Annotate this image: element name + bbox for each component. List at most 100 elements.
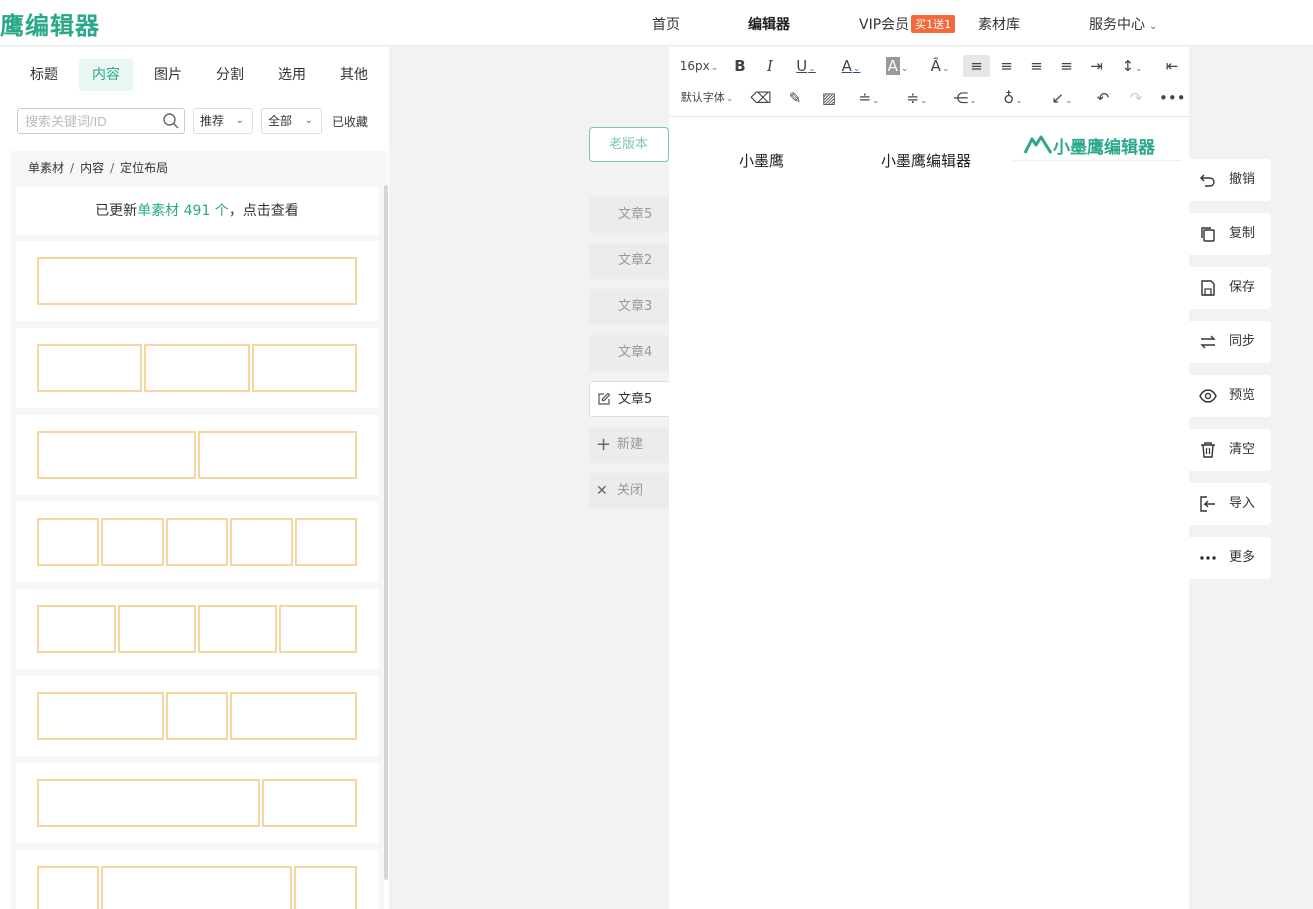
letter-spacing-icon[interactable]: Ȃ⌄	[923, 55, 957, 77]
breadcrumb-item-layout: 定位布局	[120, 161, 169, 175]
search-icon[interactable]	[162, 112, 180, 130]
nav-vip[interactable]: VIP会员 买1送1	[859, 14, 956, 34]
breadcrumb-item-content[interactable]: 内容	[80, 161, 104, 175]
chevron-down-icon: ⌄	[1149, 21, 1158, 32]
underline-icon[interactable]: U⌄	[789, 55, 823, 77]
layout-template[interactable]	[16, 415, 378, 495]
align-left-icon[interactable]: ≡	[963, 55, 990, 77]
breadcrumb-separator: /	[110, 161, 115, 175]
tab-image[interactable]: 图片	[141, 59, 195, 91]
font-family-select[interactable]: 默认字体⌄	[675, 87, 739, 109]
search-field	[17, 108, 185, 134]
arrow-down-left-icon[interactable]: ↙⌄	[1044, 87, 1080, 109]
article-tab[interactable]: 文章3	[589, 289, 669, 325]
import-button[interactable]: 导入	[1189, 483, 1271, 525]
nav-home[interactable]: 首页	[652, 14, 680, 34]
layout-cell	[37, 344, 142, 392]
copy-icon	[1201, 227, 1215, 242]
article-tab-active[interactable]: 文章5	[589, 381, 669, 417]
category-dropdown[interactable]: 全部 ⌄	[261, 108, 322, 134]
indent-spacing-icon[interactable]: ⋲⌄	[947, 87, 983, 109]
eraser-icon[interactable]: ⌫	[749, 87, 773, 109]
image-icon[interactable]: ▨	[817, 87, 841, 109]
clear-button[interactable]: 清空	[1189, 429, 1271, 471]
redo-icon[interactable]: ↷	[1124, 87, 1148, 109]
update-notice[interactable]: 已更新单素材 491 个，点击查看	[16, 187, 378, 235]
layout-template[interactable]	[16, 502, 378, 582]
sync-icon	[1200, 335, 1216, 349]
font-size-select[interactable]: 16px⌄	[675, 55, 723, 77]
tab-divider[interactable]: 分割	[203, 59, 257, 91]
align-right-icon[interactable]: ≡	[1023, 55, 1050, 77]
highlight-color-icon[interactable]: A ⌄	[877, 55, 917, 77]
copy-button[interactable]: 复制	[1189, 213, 1271, 255]
italic-icon[interactable]: I	[759, 55, 781, 77]
breadcrumb-item-single[interactable]: 单素材	[28, 161, 64, 175]
chevron-down-icon: ⌄	[304, 115, 313, 126]
undo-button[interactable]: 撤销	[1189, 159, 1271, 201]
material-list-scrollbar[interactable]	[384, 185, 388, 880]
layout-template[interactable]	[16, 676, 378, 756]
save-icon	[1201, 280, 1215, 296]
recommend-dropdown[interactable]: 推荐 ⌄	[193, 108, 253, 134]
sync-button[interactable]: 同步	[1189, 321, 1271, 363]
more-icon[interactable]: •••	[1159, 87, 1186, 109]
chevron-down-icon: ⌄	[725, 94, 734, 104]
preview-button[interactable]: 预览	[1189, 375, 1271, 417]
save-button[interactable]: 保存	[1189, 267, 1271, 309]
recommend-dropdown-label: 推荐	[200, 114, 225, 128]
editor-content-text[interactable]: 小墨鹰编辑器	[881, 150, 971, 171]
new-article-button[interactable]: + 新建	[589, 427, 669, 463]
editor-content-text[interactable]: 小墨鹰	[739, 150, 784, 171]
update-suffix: ，点击查看	[228, 203, 299, 219]
vip-promo-badge: 买1送1	[911, 15, 956, 33]
font-color-icon[interactable]: A⌄	[834, 55, 868, 77]
more-icon	[1200, 556, 1216, 560]
clear-label: 清空	[1229, 442, 1256, 457]
favorites-link[interactable]: 已收藏	[332, 113, 368, 130]
old-version-button[interactable]: 老版本	[589, 127, 669, 162]
align-center-icon[interactable]: ≡	[993, 55, 1020, 77]
save-label: 保存	[1229, 280, 1256, 295]
align-justify-icon[interactable]: ≡	[1053, 55, 1080, 77]
update-prefix: 已更新	[95, 203, 138, 219]
layout-cell	[118, 605, 196, 653]
search-input[interactable]	[25, 109, 160, 133]
nav-service[interactable]: 服务中心 ⌄	[1089, 14, 1157, 34]
article-tab[interactable]: 文章5	[589, 197, 669, 233]
trash-icon	[1201, 442, 1215, 458]
tab-title[interactable]: 标题	[17, 59, 71, 91]
nav-editor[interactable]: 编辑器	[748, 14, 790, 34]
lightbulb-icon[interactable]: ♁⌄	[995, 87, 1031, 109]
app-logo[interactable]: 鹰编辑器	[0, 6, 100, 41]
undo-label: 撤销	[1229, 172, 1256, 187]
bold-icon[interactable]: B	[729, 55, 751, 77]
layout-cell	[295, 518, 357, 566]
more-button[interactable]: 更多	[1189, 537, 1271, 579]
article-tab[interactable]: 文章2	[589, 243, 669, 279]
editor-brand-text: 小墨鹰编辑器	[1053, 138, 1155, 158]
indent-icon[interactable]: ⇥	[1083, 55, 1110, 77]
line-height-icon[interactable]: ↕⌄	[1114, 55, 1150, 77]
material-list: 已更新单素材 491 个，点击查看	[10, 185, 384, 909]
layout-cell	[37, 431, 196, 479]
undo-icon[interactable]: ↶	[1091, 87, 1115, 109]
article-tab[interactable]: 文章4	[589, 335, 669, 371]
nav-materials[interactable]: 素材库	[978, 14, 1020, 34]
layout-template[interactable]	[16, 589, 378, 669]
tab-other[interactable]: 其他	[327, 59, 381, 91]
layout-template[interactable]	[16, 763, 378, 843]
layout-template[interactable]	[16, 328, 378, 408]
close-article-button[interactable]: ✕ 关闭	[589, 473, 669, 509]
sync-label: 同步	[1229, 334, 1256, 349]
paragraph-spacing-icon[interactable]: ≐⌄	[851, 87, 887, 109]
format-painter-icon[interactable]: ✎	[783, 87, 807, 109]
exit-format-icon[interactable]: ⇤	[1159, 55, 1185, 77]
eagle-logo-icon	[1023, 135, 1053, 154]
update-count: 单素材 491 个	[137, 203, 229, 219]
layout-template[interactable]	[16, 850, 378, 909]
divider-line-icon[interactable]: ≑⌄	[899, 87, 935, 109]
layout-template[interactable]	[16, 241, 378, 321]
tab-content[interactable]: 内容	[79, 59, 133, 91]
tab-selected[interactable]: 选用	[265, 59, 319, 91]
